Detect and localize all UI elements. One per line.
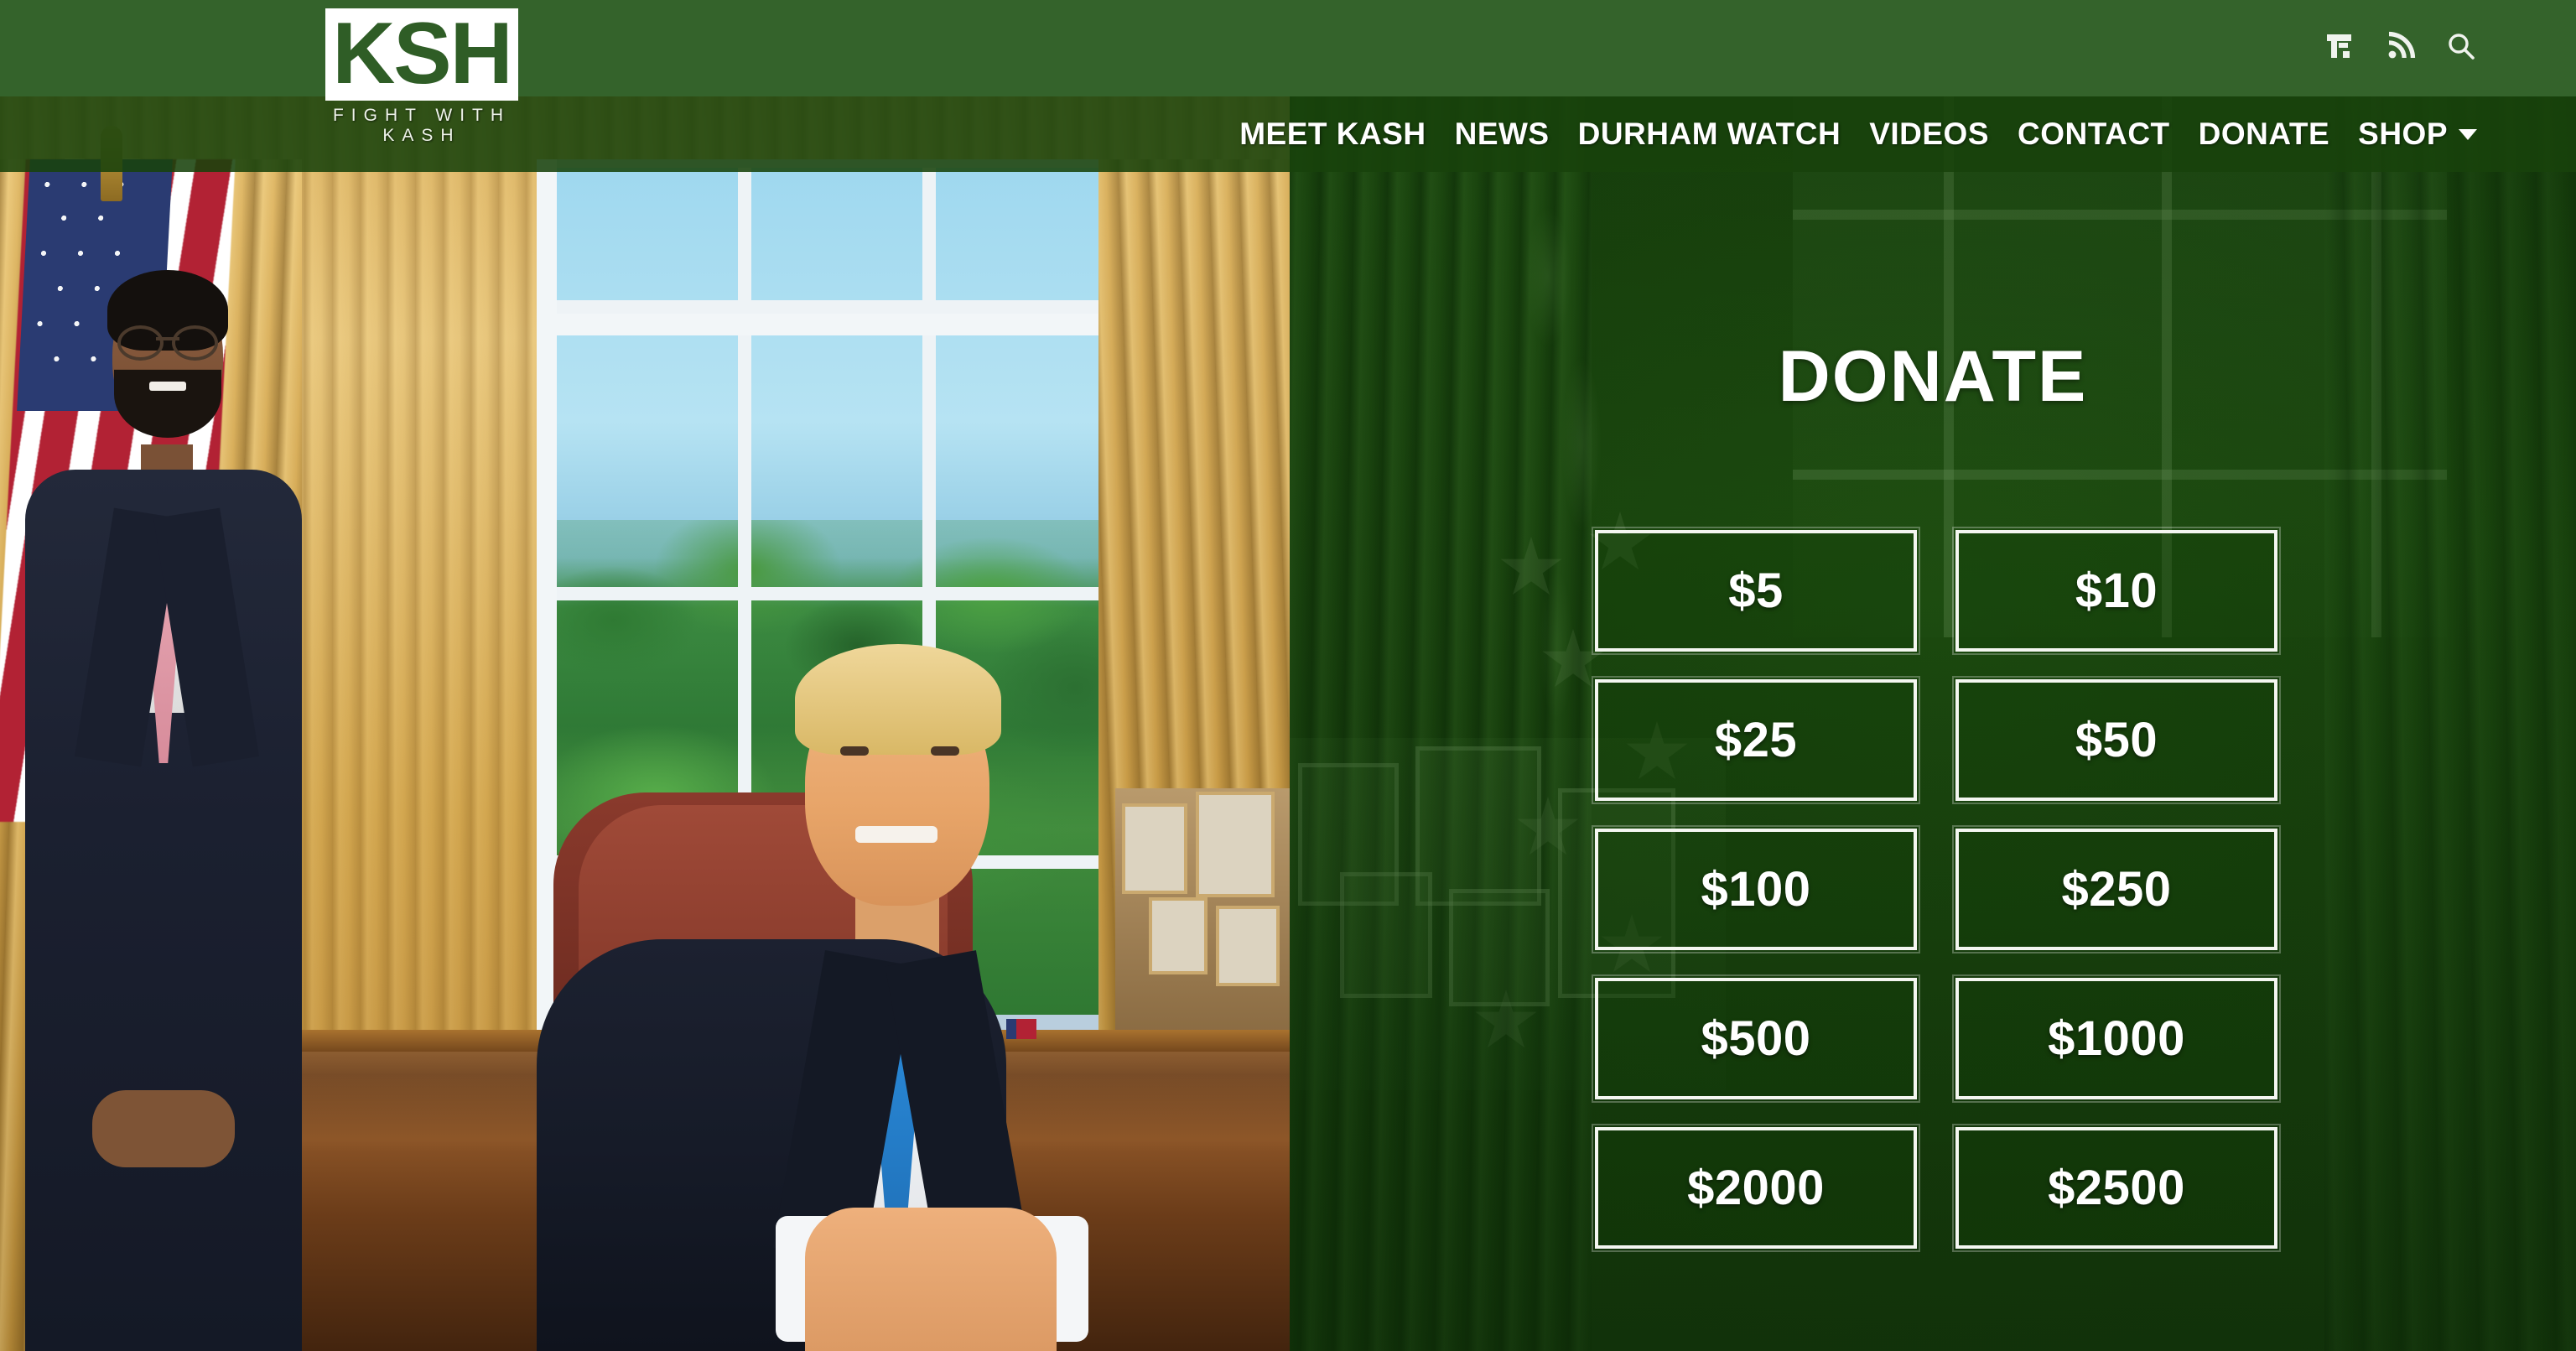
truth-social-icon[interactable]	[2324, 30, 2356, 62]
main-navigation: MEET KASH NEWS DURHAM WATCH VIDEOS CONTA…	[1239, 96, 2477, 172]
nav-label: VIDEOS	[1869, 117, 1990, 151]
person-kash-hands	[92, 1090, 235, 1167]
nav-label: DONATE	[2198, 117, 2330, 151]
flag-lapel-pin	[1006, 1019, 1036, 1039]
donate-heading: DONATE	[1778, 336, 2088, 417]
person-trump-mouth	[855, 826, 937, 843]
search-icon[interactable]	[2445, 30, 2477, 62]
person-trump-hands	[805, 1208, 1057, 1351]
picture-frame	[1122, 803, 1187, 894]
nav-label: DURHAM WATCH	[1577, 117, 1841, 151]
picture-frame	[1196, 792, 1275, 897]
eyeglasses-bridge	[156, 337, 179, 340]
donate-amount-button-100[interactable]: $100	[1592, 825, 1920, 953]
donate-amount-button-250[interactable]: $250	[1952, 825, 2281, 953]
donate-amount-button-1000[interactable]: $1000	[1952, 974, 2281, 1103]
rss-icon[interactable]	[2385, 30, 2417, 62]
donate-amount-button-5[interactable]: $5	[1592, 527, 1920, 655]
donate-amount-button-25[interactable]: $25	[1592, 676, 1920, 804]
nav-item-news[interactable]: NEWS	[1455, 117, 1550, 152]
person-trump-eye	[931, 746, 959, 756]
window-mullion	[555, 587, 1105, 600]
donation-amount-grid: $5 $10 $25 $50 $100 $250 $500 $1000 $200…	[1592, 527, 2281, 1252]
donate-amount-button-2500[interactable]: $2500	[1952, 1124, 2281, 1252]
nav-item-meet-kash[interactable]: MEET KASH	[1239, 117, 1426, 152]
donate-amount-button-10[interactable]: $10	[1952, 527, 2281, 655]
donate-amount-button-500[interactable]: $500	[1592, 974, 1920, 1103]
picture-frame	[1216, 906, 1280, 986]
window-mullion	[555, 300, 1105, 314]
donate-panel: DONATE $5 $10 $25 $50 $100 $250 $500 $10…	[1290, 0, 2576, 1351]
page-root: DONATE $5 $10 $25 $50 $100 $250 $500 $10…	[0, 0, 2576, 1351]
donate-amount-button-2000[interactable]: $2000	[1592, 1124, 1920, 1252]
picture-frame	[1149, 897, 1208, 974]
nav-label: MEET KASH	[1239, 117, 1426, 151]
nav-item-donate[interactable]: DONATE	[2199, 117, 2329, 152]
person-trump-hair	[795, 644, 1001, 755]
person-trump-eye	[840, 746, 869, 756]
hero-photo	[0, 0, 1290, 1351]
nav-item-videos[interactable]: VIDEOS	[1869, 117, 1989, 152]
top-bar	[0, 0, 2576, 96]
window-sash	[555, 314, 1105, 335]
side-table	[1115, 788, 1290, 1031]
header-icon-group	[2324, 30, 2477, 62]
chevron-down-icon	[2459, 128, 2477, 140]
nav-item-contact[interactable]: CONTACT	[2018, 117, 2170, 152]
nav-label: NEWS	[1454, 117, 1550, 151]
nav-label: SHOP	[2358, 117, 2448, 151]
nav-item-shop[interactable]: SHOP	[2358, 117, 2477, 152]
person-kash-mouth	[149, 382, 186, 391]
nav-label: CONTACT	[2018, 117, 2170, 151]
nav-item-durham-watch[interactable]: DURHAM WATCH	[1578, 117, 1841, 152]
donate-amount-button-50[interactable]: $50	[1952, 676, 2281, 804]
